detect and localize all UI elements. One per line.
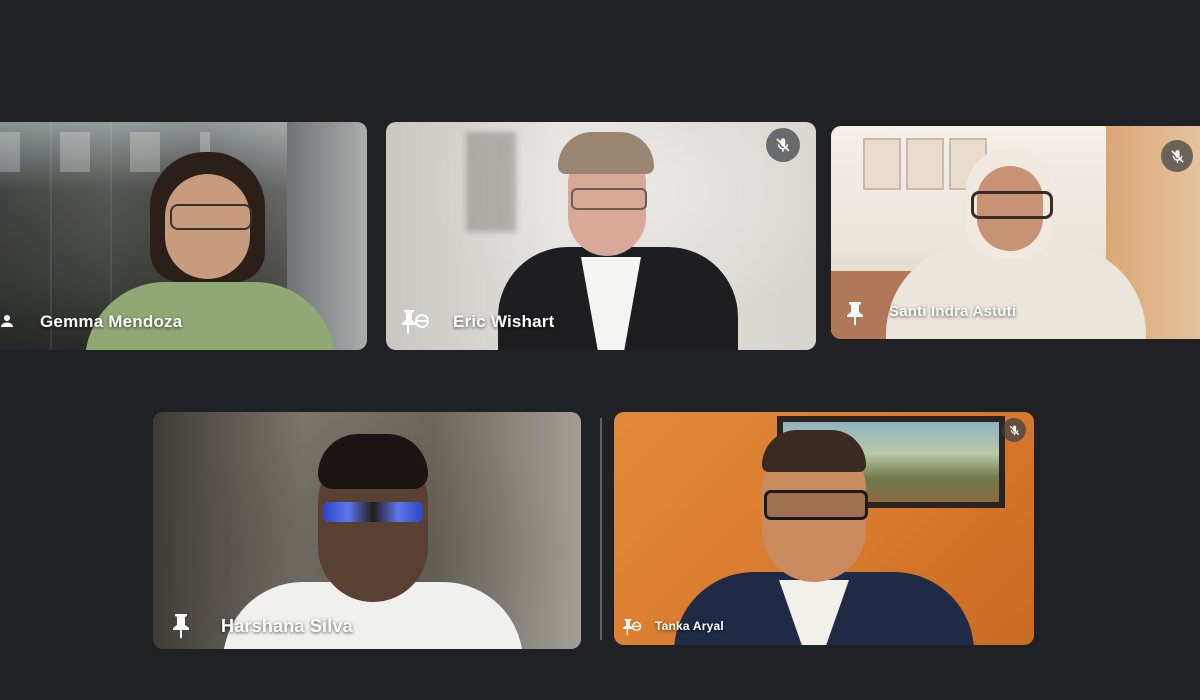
pin-icon[interactable] xyxy=(845,300,865,326)
video-tile-gemma-mendoza[interactable]: Gemma Mendoza xyxy=(0,122,367,350)
video-tile-santi-indra-astuti[interactable]: Santi Indra Astuti xyxy=(831,126,1200,339)
mic-off-icon xyxy=(1009,425,1019,435)
mic-off-icon xyxy=(776,138,790,152)
muted-mic-button[interactable] xyxy=(766,128,800,162)
mic-off-icon xyxy=(1170,149,1184,163)
muted-mic-button[interactable] xyxy=(1161,140,1193,172)
pin-icon[interactable] xyxy=(622,617,642,637)
video-tile-tanka-aryal[interactable]: Tanka Aryal xyxy=(614,412,1034,645)
pin-icon[interactable] xyxy=(400,308,430,336)
camera-icon xyxy=(1,315,13,327)
video-feed xyxy=(386,122,816,350)
participant-name: Harshana Silva xyxy=(221,616,353,636)
video-tile-eric-wishart[interactable]: Eric Wishart xyxy=(386,122,816,350)
participant-name: Tanka Aryal xyxy=(655,619,724,633)
video-tile-harshana-silva[interactable]: Harshana Silva xyxy=(153,412,581,649)
pin-icon[interactable] xyxy=(171,612,191,640)
tile-divider xyxy=(600,418,602,640)
participant-name: Gemma Mendoza xyxy=(40,312,183,331)
video-feed xyxy=(153,412,581,649)
meeting-stage: Gemma Mendoza Eric Wishart Santi Indra A… xyxy=(0,0,1200,700)
participant-name: Santi Indra Astuti xyxy=(889,303,1017,320)
muted-mic-button[interactable] xyxy=(1002,418,1026,442)
video-feed xyxy=(614,412,1034,645)
participant-name: Eric Wishart xyxy=(453,312,555,331)
